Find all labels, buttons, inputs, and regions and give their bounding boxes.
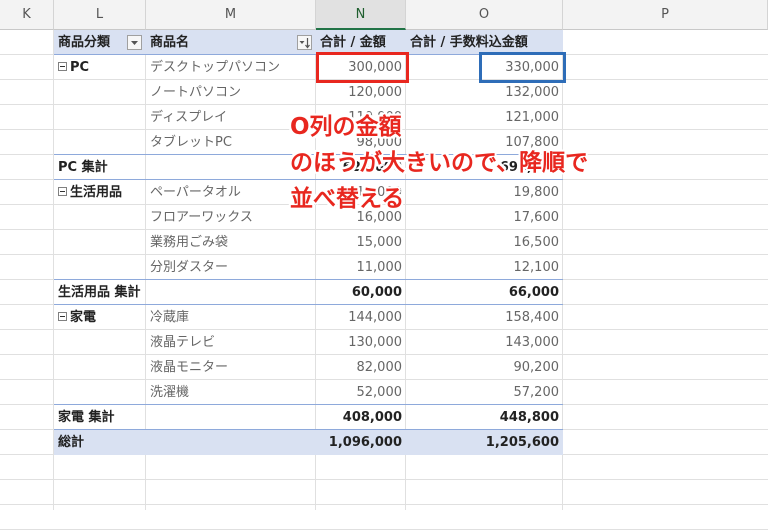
product-name[interactable]: ノートパソコン <box>146 80 316 105</box>
group-label-2[interactable]: 家電 <box>54 305 146 330</box>
fee-cell[interactable]: 12,100 <box>406 255 563 280</box>
product-filter-button[interactable] <box>297 35 312 50</box>
fee-cell[interactable]: 132,000 <box>406 80 563 105</box>
amount-cell[interactable]: 11,000 <box>316 255 406 280</box>
amount-cell[interactable]: 120,000 <box>316 80 406 105</box>
amount-cell[interactable]: 82,000 <box>316 355 406 380</box>
group-name: 生活用品 <box>70 185 123 200</box>
spreadsheet: KLMNOP 商品分類 商品名 合計 / 金額 合計 / 手数料込金額 PC デスクトップ… <box>0 0 768 530</box>
column-header-m[interactable]: M <box>146 0 316 30</box>
collapse-minus-icon[interactable] <box>58 62 67 71</box>
group-label-1[interactable]: 生活用品 <box>54 180 146 205</box>
collapse-minus-icon[interactable] <box>58 187 67 196</box>
fee-cell[interactable]: 121,000 <box>406 105 563 130</box>
fee-cell[interactable]: 17,600 <box>406 205 563 230</box>
subtotal-amount[interactable]: 408,000 <box>316 405 406 430</box>
subtotal-fee[interactable]: 66,000 <box>406 280 563 305</box>
sort-descending-filter-icon <box>299 38 310 49</box>
column-header-n[interactable]: N <box>316 0 406 30</box>
fee-cell[interactable]: 16,500 <box>406 230 563 255</box>
gridline-horizontal <box>0 479 768 480</box>
fee-cell[interactable]: 90,200 <box>406 355 563 380</box>
product-name[interactable]: 洗濯機 <box>146 380 316 405</box>
subtotal-label[interactable]: PC 集計 <box>54 155 146 180</box>
amount-cell[interactable]: 15,000 <box>316 230 406 255</box>
column-header-l[interactable]: L <box>54 0 146 30</box>
subtotal-fee[interactable]: 448,800 <box>406 405 563 430</box>
grand-total-amount[interactable]: 1,096,000 <box>316 430 406 455</box>
product-name[interactable]: 液晶テレビ <box>146 330 316 355</box>
red-highlight-box <box>316 52 409 83</box>
subtotal-amount[interactable]: 60,000 <box>316 280 406 305</box>
subtotal-label[interactable]: 生活用品 集計 <box>54 280 146 305</box>
column-header-k[interactable]: K <box>0 0 54 30</box>
fee-cell[interactable]: 57,200 <box>406 380 563 405</box>
dropdown-arrow-icon <box>131 41 138 45</box>
amount-cell[interactable]: 52,000 <box>316 380 406 405</box>
grand-total-label[interactable]: 総計 <box>54 430 146 455</box>
fee-cell[interactable]: 158,400 <box>406 305 563 330</box>
group-name: PC <box>70 60 90 75</box>
header-product[interactable]: 商品名 <box>146 30 316 55</box>
grand-total-fee[interactable]: 1,205,600 <box>406 430 563 455</box>
category-filter-button[interactable] <box>127 35 142 50</box>
annotation-line-1: O列の金額 <box>290 114 402 140</box>
column-header-o[interactable]: O <box>406 0 563 30</box>
amount-cell[interactable]: 130,000 <box>316 330 406 355</box>
amount-cell[interactable]: 144,000 <box>316 305 406 330</box>
column-header-p[interactable]: P <box>563 0 768 30</box>
gridline-horizontal <box>0 504 768 505</box>
product-name[interactable]: デスクトップパソコン <box>146 55 316 80</box>
product-name[interactable]: 液晶モニター <box>146 355 316 380</box>
subtotal-label[interactable]: 家電 集計 <box>54 405 146 430</box>
annotation-line-3: 並べ替える <box>290 186 405 212</box>
group-label-0[interactable]: PC <box>54 55 146 80</box>
product-name[interactable]: 冷蔵庫 <box>146 305 316 330</box>
collapse-minus-icon[interactable] <box>58 312 67 321</box>
annotation-line-2: のほうが大きいので、降順で <box>290 150 589 176</box>
fee-cell[interactable]: 143,000 <box>406 330 563 355</box>
blue-highlight-box <box>479 52 566 83</box>
product-name[interactable]: 分別ダスター <box>146 255 316 280</box>
group-name: 家電 <box>70 310 97 325</box>
product-name[interactable]: 業務用ごみ袋 <box>146 230 316 255</box>
fee-cell[interactable]: 19,800 <box>406 180 563 205</box>
